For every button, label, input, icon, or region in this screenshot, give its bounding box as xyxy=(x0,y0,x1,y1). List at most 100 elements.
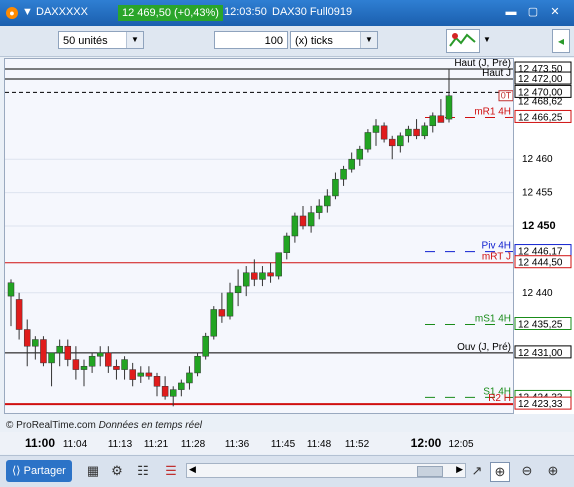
candle-body xyxy=(283,235,291,253)
candle-body xyxy=(137,372,145,377)
candle-body xyxy=(23,329,31,347)
time-tick: 11:36 xyxy=(225,439,250,450)
time-tick: 11:45 xyxy=(271,439,296,450)
indicator-button[interactable] xyxy=(446,29,480,53)
candle-body xyxy=(299,215,307,227)
chart-credit: © ProRealTime.com Données en temps réel xyxy=(6,420,202,431)
candle-body xyxy=(153,376,161,387)
candle-body xyxy=(437,115,445,123)
cursor-icon[interactable]: ↗ xyxy=(468,462,486,480)
scroll-left-icon[interactable]: ◀ xyxy=(189,464,196,475)
zoom-out-icon[interactable]: ⊖ xyxy=(518,462,536,480)
dropdown-arrow-icon[interactable]: ▼ xyxy=(22,6,33,18)
units-select[interactable]: 50 unités ▼ xyxy=(58,31,144,49)
zoom-area-icon[interactable]: ⊕ xyxy=(490,462,510,482)
candle-body xyxy=(340,168,347,180)
realtime-text: Données en temps réel xyxy=(98,420,202,431)
candle-body xyxy=(105,352,112,367)
horizontal-scrollbar[interactable]: ◀ ▶ xyxy=(186,463,466,478)
candle-body xyxy=(145,372,153,377)
price-label: 12 431,00 xyxy=(518,348,563,359)
price-axis[interactable]: 12 473,50 12 472,00 12 470,00 12 468,62 12 4… xyxy=(514,58,574,414)
candle-body xyxy=(388,138,396,147)
candle-body xyxy=(267,272,274,277)
time-tick: 11:48 xyxy=(307,439,332,450)
level-label: R2 H xyxy=(488,393,511,404)
share-label: Partager xyxy=(23,465,66,477)
level-label: mRT J xyxy=(482,252,511,263)
candle-body xyxy=(275,252,282,277)
candle-body xyxy=(194,355,201,374)
time-tick: 12:05 xyxy=(448,439,473,450)
current-marker-label: 0T xyxy=(501,91,512,101)
candle-body xyxy=(421,125,428,137)
indicator-dropdown-icon[interactable]: ▼ xyxy=(483,35,491,44)
price-label: 12 423,33 xyxy=(518,399,563,410)
tools-icon[interactable]: ⚙ xyxy=(108,462,126,480)
list-icon[interactable]: ☰ xyxy=(162,462,180,480)
copyright-text: © ProRealTime.com xyxy=(6,420,96,431)
bottom-toolbar: ⟨⟩ Partager ▦ ⚙ ☷ ☰ ◀ ▶ ↗ ⊕ ⊖ ⊕ xyxy=(0,455,574,487)
price-chart[interactable]: Haut (J, Pré) Haut JmR1 4H Piv 4H mRT JmS1 … xyxy=(4,58,514,414)
candle-body xyxy=(291,215,299,237)
candle-body xyxy=(372,125,380,133)
candle-body xyxy=(48,352,55,364)
time-axis[interactable]: 11:00 11:04 11:13 11:21 11:28 11:36 11:45 11:48… xyxy=(0,432,574,454)
app-icon[interactable]: ● xyxy=(6,7,18,19)
price-label: 12 466,25 xyxy=(518,112,563,123)
price-tick: 12 450 xyxy=(522,220,556,232)
candle-body xyxy=(88,355,96,367)
chevron-down-icon[interactable]: ▼ xyxy=(360,32,377,48)
price-tick: 12 440 xyxy=(522,288,553,299)
level-label: Haut J xyxy=(482,68,511,79)
price-label: 12 435,25 xyxy=(518,320,563,331)
time-tick: 11:00 xyxy=(25,436,55,450)
toolbar: 50 unités ▼ 100 (x) ticks ▼ ▼ ◂ xyxy=(0,26,574,57)
candle-body xyxy=(32,339,39,347)
panel-toggle-icon[interactable]: ◂ xyxy=(552,29,570,53)
chevron-down-icon[interactable]: ▼ xyxy=(126,32,143,48)
chart-canvas: Haut (J, Pré)Haut JmR1 4HPiv 4HmRT JmS1 … xyxy=(5,59,513,407)
price-tick: 12 460 xyxy=(522,154,553,165)
candle-body xyxy=(445,95,453,120)
price-badge: 12 469,50 (+0,43%) xyxy=(118,5,223,21)
level-label: mR1 4H xyxy=(474,106,511,117)
quantity-input[interactable]: 100 xyxy=(214,31,288,49)
candle-body xyxy=(56,345,63,354)
candle-body xyxy=(324,195,331,207)
candle-body xyxy=(7,282,15,297)
share-button[interactable]: ⟨⟩ Partager xyxy=(6,460,72,482)
symbol-label[interactable]: DAXXXXX xyxy=(36,6,88,18)
candle-body xyxy=(129,369,136,380)
scroll-thumb[interactable] xyxy=(417,466,443,477)
quantity-value: 100 xyxy=(264,35,283,47)
candle-body xyxy=(405,128,412,137)
candle-body xyxy=(429,115,437,127)
candle-body xyxy=(15,299,23,330)
candle-body xyxy=(413,128,420,137)
chart-settings-icon[interactable]: ▦ xyxy=(84,462,102,480)
share-icon: ⟨⟩ xyxy=(12,465,21,477)
candle-body xyxy=(218,309,226,317)
time-axis-canvas: 11:00 11:04 11:13 11:21 11:28 11:36 11:45 11:48… xyxy=(25,436,474,450)
price-axis-canvas: 12 473,5012 472,0012 470,0012 468,6212 4… xyxy=(514,61,572,410)
candle-body xyxy=(202,335,209,357)
candle-body xyxy=(380,125,388,140)
price-label: 12 468,62 xyxy=(518,97,563,108)
level-label: Piv 4H xyxy=(482,241,511,252)
zoom-in-icon[interactable]: ⊕ xyxy=(544,462,562,480)
ticks-select[interactable]: (x) ticks ▼ xyxy=(290,31,378,49)
maximize-icon[interactable]: ▢ xyxy=(526,5,540,19)
candle-body xyxy=(242,272,250,287)
close-icon[interactable]: ✕ xyxy=(548,5,562,19)
time-tick: 11:04 xyxy=(63,439,88,450)
instrument-label: DAX30 Full0919 xyxy=(272,6,353,18)
scroll-right-icon[interactable]: ▶ xyxy=(456,464,463,475)
candle-body xyxy=(40,339,47,364)
candle-body xyxy=(397,135,404,147)
minimize-icon[interactable]: ▬ xyxy=(504,5,518,19)
units-value: 50 unités xyxy=(63,35,108,47)
table-icon[interactable]: ☷ xyxy=(134,462,152,480)
candle-body xyxy=(169,389,177,397)
candle-body xyxy=(356,148,364,160)
